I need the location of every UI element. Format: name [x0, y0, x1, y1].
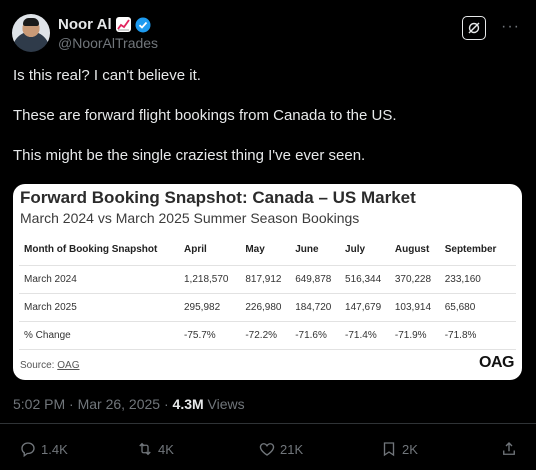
table-cell: 184,720	[295, 292, 346, 321]
repost-icon	[139, 442, 151, 456]
bookmark-icon	[383, 442, 395, 457]
views-label: Views	[203, 396, 245, 412]
table-cell: -71.6%	[295, 320, 346, 350]
avatar[interactable]	[12, 14, 50, 52]
author-handle[interactable]: @NoorAlTrades	[58, 35, 158, 51]
repost-button[interactable]: 4K	[136, 440, 174, 458]
repost-count: 4K	[158, 441, 174, 457]
views-count: 4.3M	[172, 396, 204, 412]
more-options-icon[interactable]: ···	[501, 18, 520, 36]
source-note: Source: OAG	[20, 360, 79, 371]
column-header: Month of Booking Snapshot	[24, 244, 158, 256]
table-cell: -71.9%	[394, 320, 445, 350]
table-cell: % Change	[19, 320, 184, 350]
table-cell: 147,679	[345, 292, 395, 321]
chart-increasing-emoji	[115, 17, 131, 32]
heart-icon	[259, 443, 275, 456]
booking-table: Month of Booking Snapshot April May June…	[19, 235, 516, 350]
card-title: Forward Booking Snapshot: Canada – US Ma…	[20, 188, 416, 207]
tweet-header: Noor Al @NoorAlTrades ···	[12, 10, 524, 54]
reply-button[interactable]: 1.4K	[19, 440, 68, 458]
column-header: August	[394, 244, 430, 256]
action-bar: 1.4K 4K 21K 2K	[0, 440, 536, 462]
timestamp[interactable]: 5:02 PM · Mar 26, 2025 ·	[13, 396, 173, 412]
table-cell: -72.2%	[245, 320, 296, 350]
tweet-paragraph: This might be the single craziest thing …	[13, 147, 366, 164]
share-icon	[503, 442, 515, 455]
table-row: % Change -75.7% -72.2% -71.6% -71.4% -71…	[19, 320, 516, 350]
column-header: April	[184, 244, 207, 256]
table-row: March 2024 1,218,570 817,912 649,878 516…	[19, 264, 516, 293]
table-cell: 233,160	[444, 264, 516, 293]
divider	[0, 423, 536, 424]
oag-logo: OAG	[479, 354, 514, 371]
table-cell: 65,680	[444, 292, 516, 321]
display-name[interactable]: Noor Al	[58, 16, 112, 33]
table-cell: 649,878	[295, 264, 346, 293]
table-cell: -71.4%	[345, 320, 395, 350]
source-label: Source:	[20, 360, 55, 371]
table-cell: 516,344	[345, 264, 395, 293]
table-cell: 295,982	[184, 292, 246, 321]
table-cell: 103,914	[394, 292, 445, 321]
table-cell: 370,228	[394, 264, 445, 293]
table-cell: March 2024	[19, 264, 184, 293]
attached-image-card[interactable]: Forward Booking Snapshot: Canada – US Ma…	[13, 184, 522, 380]
table-cell: 1,218,570	[184, 264, 246, 293]
tweet-text: Is this real? I can't believe it. These …	[13, 66, 523, 186]
share-button[interactable]	[500, 440, 518, 458]
table-cell: 226,980	[245, 292, 296, 321]
table-cell: March 2025	[19, 292, 184, 321]
table-cell: 817,912	[245, 264, 296, 293]
like-count: 21K	[280, 441, 304, 457]
tweet-paragraph: Is this real? I can't believe it.	[13, 67, 201, 84]
verified-badge-icon	[135, 17, 151, 33]
source-link[interactable]: OAG	[57, 360, 79, 371]
tweet-meta: 5:02 PM · Mar 26, 2025 · 4.3M Views	[13, 396, 245, 412]
table-cell: -75.7%	[184, 320, 246, 350]
column-header: September	[444, 244, 497, 256]
card-subtitle: March 2024 vs March 2025 Summer Season B…	[20, 210, 360, 226]
reply-count: 1.4K	[41, 441, 68, 457]
table-cell: -71.8%	[444, 320, 516, 350]
reply-icon	[21, 442, 35, 458]
table-row: March 2025 295,982 226,980 184,720 147,6…	[19, 292, 516, 321]
column-header: June	[295, 244, 319, 256]
tweet-paragraph: These are forward flight bookings from C…	[13, 107, 397, 124]
table-header-row: Month of Booking Snapshot April May June…	[19, 235, 516, 265]
column-header: May	[245, 244, 265, 256]
grok-icon[interactable]	[462, 16, 486, 40]
bookmark-button[interactable]: 2K	[380, 440, 418, 458]
author-name-row: Noor Al	[58, 16, 151, 33]
column-header: July	[345, 244, 366, 256]
bookmark-count: 2K	[402, 441, 418, 457]
like-button[interactable]: 21K	[258, 440, 303, 458]
